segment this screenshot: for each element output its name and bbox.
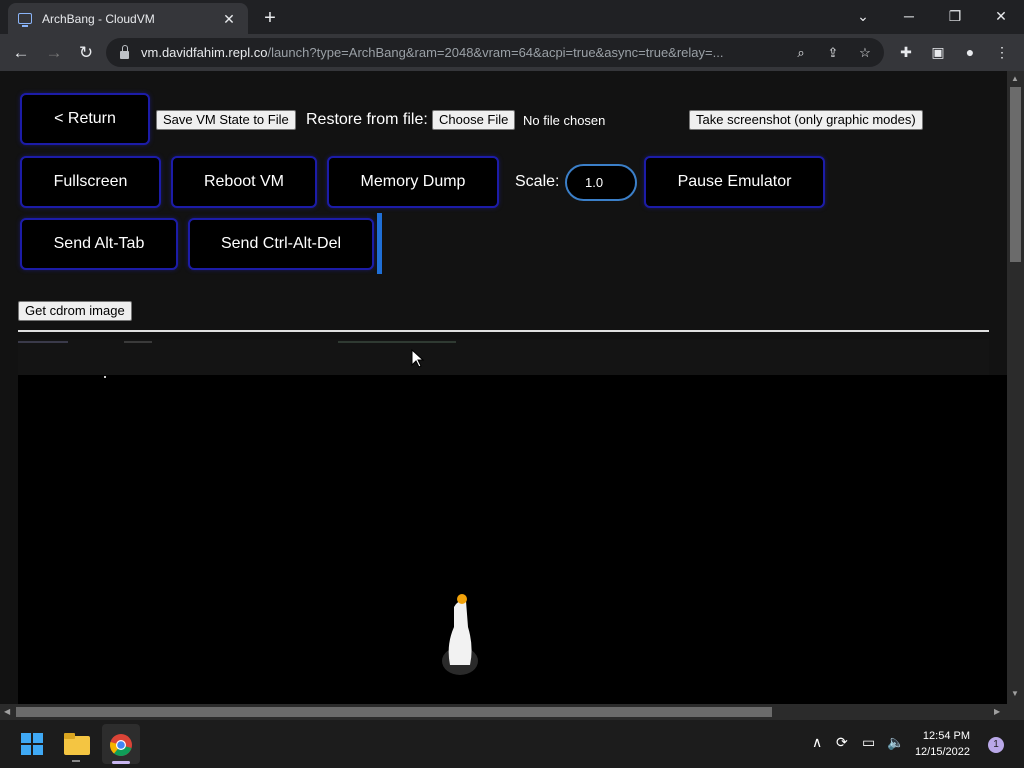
url-path: /launch?type=ArchBang&ram=2048&vram=64&a… (267, 45, 724, 60)
monitor-icon (18, 13, 32, 27)
scroll-left-icon[interactable]: ◀ (4, 707, 10, 716)
menu-icon[interactable]: ⋮ (992, 42, 1012, 62)
chrome-active-indicator (112, 761, 130, 764)
volume-icon[interactable]: 🔈 (887, 734, 904, 751)
scrollbar-corner (1007, 704, 1024, 720)
zoom-search-icon[interactable]: ⌕ (792, 44, 810, 62)
mouse-cursor-icon (411, 349, 425, 368)
new-tab-button[interactable]: + (258, 6, 282, 30)
send-alt-tab-button[interactable]: Send Alt-Tab (20, 218, 178, 270)
candle-body (448, 600, 472, 665)
chevron-up-icon[interactable]: ∧ (812, 734, 822, 751)
vm-text-artifact (124, 341, 152, 343)
profile-icon[interactable]: ● (960, 42, 980, 62)
screenshot-button[interactable]: Take screenshot (only graphic modes) (689, 110, 923, 130)
reload-icon[interactable]: ↻ (73, 40, 99, 66)
windows-start-icon[interactable] (21, 733, 43, 755)
divider (18, 330, 989, 332)
choose-file-button[interactable]: Choose File (432, 110, 516, 130)
save-state-button[interactable]: Save VM State to File (156, 110, 296, 130)
reboot-button[interactable]: Reboot VM (171, 156, 317, 208)
extensions-icon[interactable]: ✚ (896, 42, 916, 62)
clock-date: 12/15/2022 (914, 746, 970, 758)
scroll-right-icon[interactable]: ▶ (994, 707, 1000, 716)
bookmark-star-icon[interactable]: ☆ (856, 44, 874, 62)
scale-label: Scale: (515, 173, 560, 190)
vm-text-artifact (338, 341, 456, 343)
close-window-icon[interactable]: ✕ (983, 4, 1019, 28)
browser-toolbar: ← → ↻ vm.davidfahim.repl.co/launch?type=… (0, 34, 1024, 71)
tab-title: ArchBang - CloudVM (42, 11, 155, 26)
vm-screen[interactable] (18, 375, 1007, 704)
scroll-down-icon[interactable]: ▼ (1011, 689, 1019, 698)
lock-icon[interactable] (120, 44, 129, 59)
forward-icon[interactable]: → (41, 40, 67, 66)
vertical-scroll-thumb[interactable] (1010, 87, 1021, 262)
url-host: vm.davidfahim.repl.co (141, 45, 268, 60)
pause-emulator-button[interactable]: Pause Emulator (644, 156, 825, 208)
fullscreen-button[interactable]: Fullscreen (20, 156, 161, 208)
url-text[interactable]: vm.davidfahim.repl.co/launch?type=ArchBa… (141, 45, 781, 60)
vm-display (104, 376, 478, 675)
tab-search-icon[interactable]: ⌄ (845, 4, 881, 28)
taskbar-clock[interactable]: 12:54 PM 12/15/2022 (910, 728, 970, 760)
vm-text-artifact (18, 341, 68, 343)
return-button[interactable]: < Return (20, 93, 150, 145)
side-panel-icon[interactable]: ▣ (928, 42, 948, 62)
address-bar[interactable]: vm.davidfahim.repl.co/launch?type=ArchBa… (106, 38, 884, 67)
file-explorer-icon[interactable] (64, 733, 90, 755)
taskbar: ∧ ⟳ ▭ 🔈 12:54 PM 12/15/2022 (0, 720, 1024, 768)
explorer-running-indicator (72, 760, 80, 762)
share-icon[interactable]: ⇪ (824, 44, 842, 62)
back-icon[interactable]: ← (8, 40, 34, 66)
minimize-icon[interactable]: ─ (891, 4, 927, 28)
scroll-up-icon[interactable]: ▲ (1011, 74, 1019, 83)
send-ctrl-alt-del-button[interactable]: Send Ctrl-Alt-Del (188, 218, 374, 270)
notification-badge[interactable]: 1 (988, 737, 1004, 753)
memory-dump-button[interactable]: Memory Dump (327, 156, 499, 208)
accent-bar (377, 213, 382, 274)
page-content: < Return Save VM State to File Restore f… (0, 71, 1007, 704)
browser-titlebar: ArchBang - CloudVM ✕ + ⌄ ─ ❐ ✕ (0, 0, 1024, 34)
sync-icon[interactable]: ⟳ (836, 734, 848, 751)
tab-close-icon[interactable]: ✕ (220, 10, 238, 28)
horizontal-scrollbar[interactable]: ◀ ▶ (0, 704, 1007, 720)
horizontal-scroll-thumb[interactable] (16, 707, 772, 717)
restore-label: Restore from file: (306, 111, 428, 128)
scale-input[interactable]: 1.0 (565, 164, 637, 201)
clock-time: 12:54 PM (922, 730, 970, 742)
candle-flame (457, 594, 467, 604)
network-icon[interactable]: ▭ (862, 734, 875, 751)
chrome-icon[interactable] (109, 733, 133, 757)
browser-tab[interactable]: ArchBang - CloudVM ✕ (8, 3, 248, 34)
restore-icon[interactable]: ❐ (937, 4, 973, 28)
no-file-label: No file chosen (523, 113, 606, 128)
vm-text-strip (18, 339, 989, 375)
get-cdrom-button[interactable]: Get cdrom image (18, 301, 132, 321)
vertical-scrollbar[interactable]: ▲ ▼ (1007, 71, 1024, 704)
